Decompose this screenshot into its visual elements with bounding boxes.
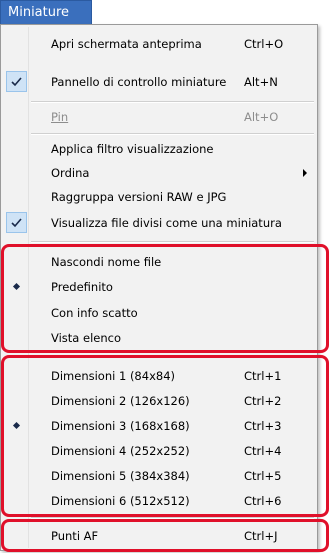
- menu-item-shortcut: Alt+N: [244, 75, 278, 89]
- menu-item-open-preview[interactable]: Apri schermata anteprima Ctrl+O: [3, 32, 315, 57]
- app-root: Miniature Apri schermata anteprima Ctrl+…: [0, 0, 331, 553]
- menu-item-pin: Pin Alt+O: [3, 105, 315, 130]
- menu-item-label: Pin: [51, 110, 69, 124]
- menu-separator: [31, 241, 314, 243]
- menu-item-label: Visualizza file divisi come una miniatur…: [51, 216, 282, 230]
- menu-item-label: Applica filtro visualizzazione: [51, 142, 214, 156]
- menu-separator: [31, 133, 314, 135]
- menu-item-label: Apri schermata anteprima: [51, 37, 202, 51]
- highlight-box-display-modes: [1, 244, 329, 353]
- menu-item-shortcut: Alt+O: [244, 110, 279, 124]
- menu-item-label: Ordina: [51, 166, 90, 180]
- submenu-arrow-icon: [303, 169, 307, 177]
- menu-separator: [31, 101, 314, 103]
- menu-item-thumbnail-control-panel[interactable]: Pannello di controllo miniature Alt+N: [3, 70, 315, 95]
- menu-item-shortcut: Ctrl+O: [244, 37, 284, 51]
- menu-title-label: Miniature: [8, 5, 70, 20]
- menu-item-group-raw-jpg[interactable]: Raggruppa versioni RAW e JPG: [3, 185, 315, 210]
- highlight-box-thumbnail-sizes: [1, 355, 329, 517]
- highlight-box-af-points: [1, 519, 329, 552]
- menu-item-sort[interactable]: Ordina: [3, 161, 315, 186]
- menu-item-label: Pannello di controllo miniature: [51, 75, 227, 89]
- menu-item-apply-view-filter[interactable]: Applica filtro visualizzazione: [3, 137, 315, 162]
- checkmark-icon: [6, 212, 27, 233]
- menu-item-label: Raggruppa versioni RAW e JPG: [51, 190, 227, 204]
- menu-item-split-files-one-thumbnail[interactable]: Visualizza file divisi come una miniatur…: [3, 211, 315, 236]
- menu-title-miniature[interactable]: Miniature: [0, 0, 92, 25]
- checkmark-icon: [6, 71, 27, 92]
